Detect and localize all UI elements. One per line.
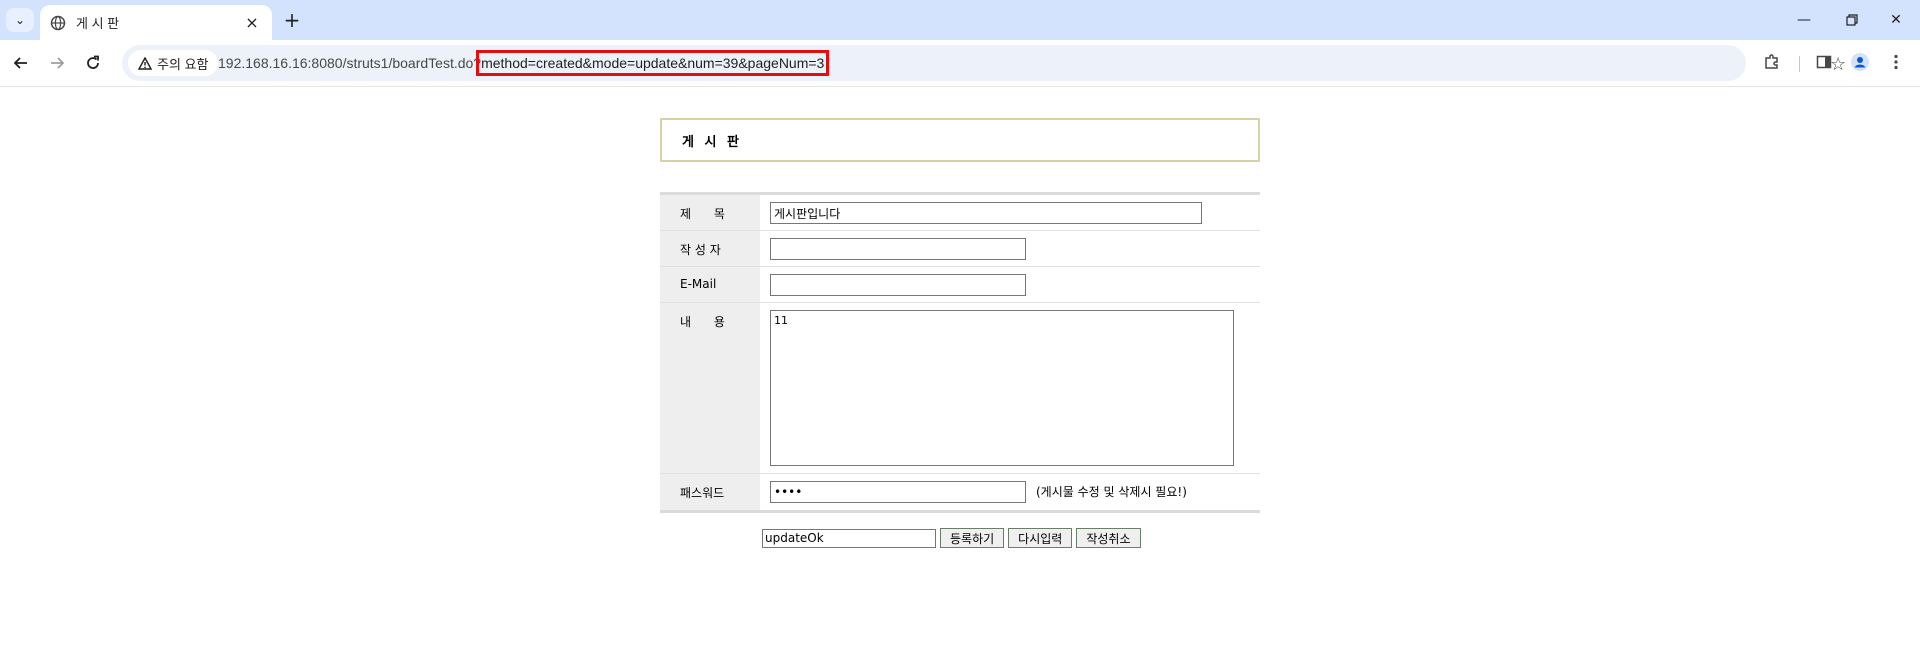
password-row: 패스워드 (게시물 수정 및 삭제시 필요!) — [660, 474, 1260, 510]
side-panel-icon[interactable] — [1812, 50, 1836, 74]
restore-icon[interactable] — [1828, 0, 1876, 40]
content-label: 내 용 — [660, 303, 760, 473]
email-row: E-Mail — [660, 267, 1260, 303]
password-hint: (게시물 수정 및 삭제시 필요!) — [1036, 485, 1187, 499]
extensions-puzzle-icon[interactable] — [1760, 50, 1784, 74]
subject-input[interactable] — [770, 202, 1202, 224]
submit-button[interactable]: 등록하기 — [940, 528, 1005, 548]
content-textarea[interactable]: 11 — [770, 310, 1234, 466]
tab-search-chevron-icon[interactable]: ⌄ — [6, 8, 34, 32]
security-warning-chip[interactable]: 주의 요함 — [128, 50, 219, 76]
content-row: 내 용 11 — [660, 303, 1260, 474]
email-label: E-Mail — [660, 267, 760, 302]
email-input[interactable] — [770, 274, 1026, 296]
minimize-icon[interactable]: — — [1780, 0, 1828, 40]
address-bar[interactable]: 주의 요함 192.168.16.16:8080/struts1/boardTe… — [122, 45, 1846, 81]
browser-tab[interactable]: 게 시 판 × — [40, 5, 272, 40]
form-actions: 등록하기 다시입력 작성취소 — [762, 528, 1141, 548]
subject-label: 제 목 — [660, 195, 760, 230]
subject-row: 제 목 — [660, 195, 1260, 231]
profile-avatar-icon[interactable] — [1848, 50, 1872, 74]
reload-icon[interactable] — [80, 50, 106, 76]
password-input[interactable] — [770, 481, 1026, 503]
writer-label: 작 성 자 — [660, 231, 760, 266]
board-title: 게 시 판 — [660, 118, 1260, 162]
writer-input[interactable] — [770, 238, 1026, 260]
new-tab-plus-icon[interactable]: + — [280, 9, 304, 33]
tab-title: 게 시 판 — [76, 16, 120, 31]
tab-close-icon[interactable]: × — [242, 13, 262, 33]
browser-tab-strip: ⌄ 게 시 판 × + — ✕ — [0, 0, 1920, 40]
cancel-button[interactable]: 작성취소 — [1076, 528, 1141, 548]
browser-toolbar: 주의 요함 192.168.16.16:8080/struts1/boardTe… — [0, 40, 1920, 87]
url-host: 192.168.16.16:8080/struts1/boardTest.do? — [218, 55, 482, 71]
back-arrow-icon[interactable] — [8, 50, 34, 76]
globe-icon — [50, 15, 66, 30]
forward-arrow-icon[interactable] — [44, 50, 70, 76]
menu-kebab-icon[interactable] — [1884, 50, 1908, 74]
writer-row: 작 성 자 — [660, 231, 1260, 267]
mode-input[interactable] — [762, 528, 936, 548]
write-form-table: 제 목 작 성 자 E-Mail 내 용 11 패스워드 (게시물 수정 및 삭… — [660, 192, 1260, 513]
password-label: 패스워드 — [660, 474, 760, 510]
url-text[interactable]: 192.168.16.16:8080/struts1/boardTest.do?… — [218, 45, 830, 81]
reset-button[interactable]: 다시입력 — [1008, 528, 1073, 548]
url-query-highlighted: method=created&mode=update&num=39&pageNu… — [476, 50, 830, 76]
window-close-icon[interactable]: ✕ — [1872, 0, 1920, 40]
security-warning-text: 주의 요함 — [157, 56, 209, 72]
toolbar-separator — [1799, 56, 1800, 72]
warning-triangle-icon — [138, 56, 152, 70]
